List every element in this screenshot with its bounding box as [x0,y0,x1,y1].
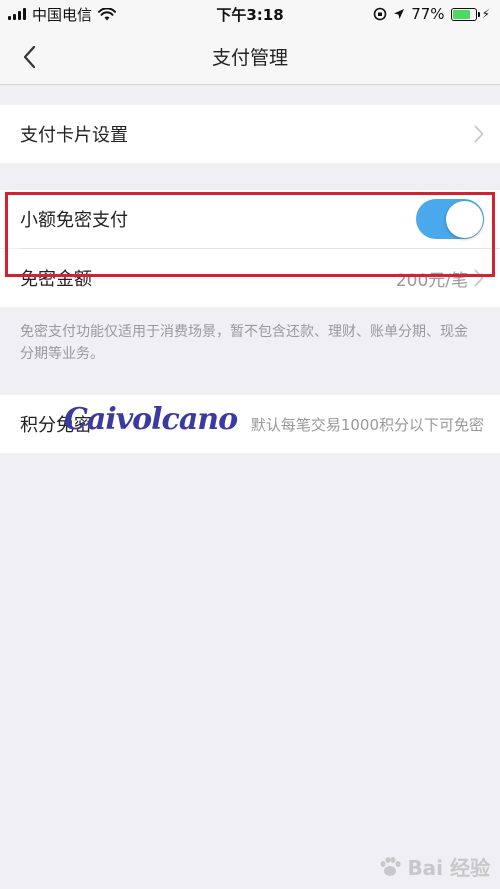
card-settings-group: 支付卡片设置 [0,105,500,163]
card-settings-row[interactable]: 支付卡片设置 [0,105,500,163]
carrier-label: 中国电信 [32,5,93,24]
battery-fill [452,9,470,19]
small-payment-toggle[interactable] [416,199,484,239]
card-settings-label: 支付卡片设置 [20,125,128,146]
toggle-knob [445,200,483,238]
charging-bolt-icon: ⚡ [481,7,490,21]
clock: 下午3:18 [216,5,284,24]
location-arrow-icon [394,9,405,19]
battery-icon: ⚡ [450,7,490,21]
wifi-icon [98,7,117,20]
small-payment-group: 小额免密支付 免密金额 200元/笔 [0,190,500,307]
signal-icon [8,8,26,20]
signature-watermark: Caivolcano [64,402,238,437]
points-description: 默认每笔交易1000积分以下可免密 [250,415,484,434]
baidu-watermark: Bai 经验 [377,852,490,881]
status-right: 77% ⚡ [373,5,490,23]
back-button[interactable] [22,42,52,72]
amount-value-wrap: 200元/笔 [396,266,484,291]
orientation-lock-icon [373,7,387,21]
status-left: 中国电信 [8,4,117,25]
chevron-right-icon [474,125,484,143]
chevron-left-icon [23,45,36,69]
chevron-right-icon [474,269,484,287]
status-bar: 中国电信 下午3:18 77% ⚡ [0,0,500,28]
amount-value: 200元/笔 [395,270,468,291]
small-payment-row: 小额免密支付 [0,190,500,248]
page-title: 支付管理 [211,46,288,69]
battery-percent: 77% [411,5,445,23]
amount-row[interactable]: 免密金额 200元/笔 [0,249,500,307]
nav-bar: 支付管理 [0,28,500,85]
small-payment-label: 小额免密支付 [20,210,128,231]
baidu-logo-text: Bai 经验 [407,856,490,880]
paw-icon [380,856,401,876]
amount-label: 免密金额 [20,269,92,290]
payment-note: 免密支付功能仅适用于消费场景，暂不包含还款、理财、账单分期、现金分期等业务。 [20,324,468,362]
